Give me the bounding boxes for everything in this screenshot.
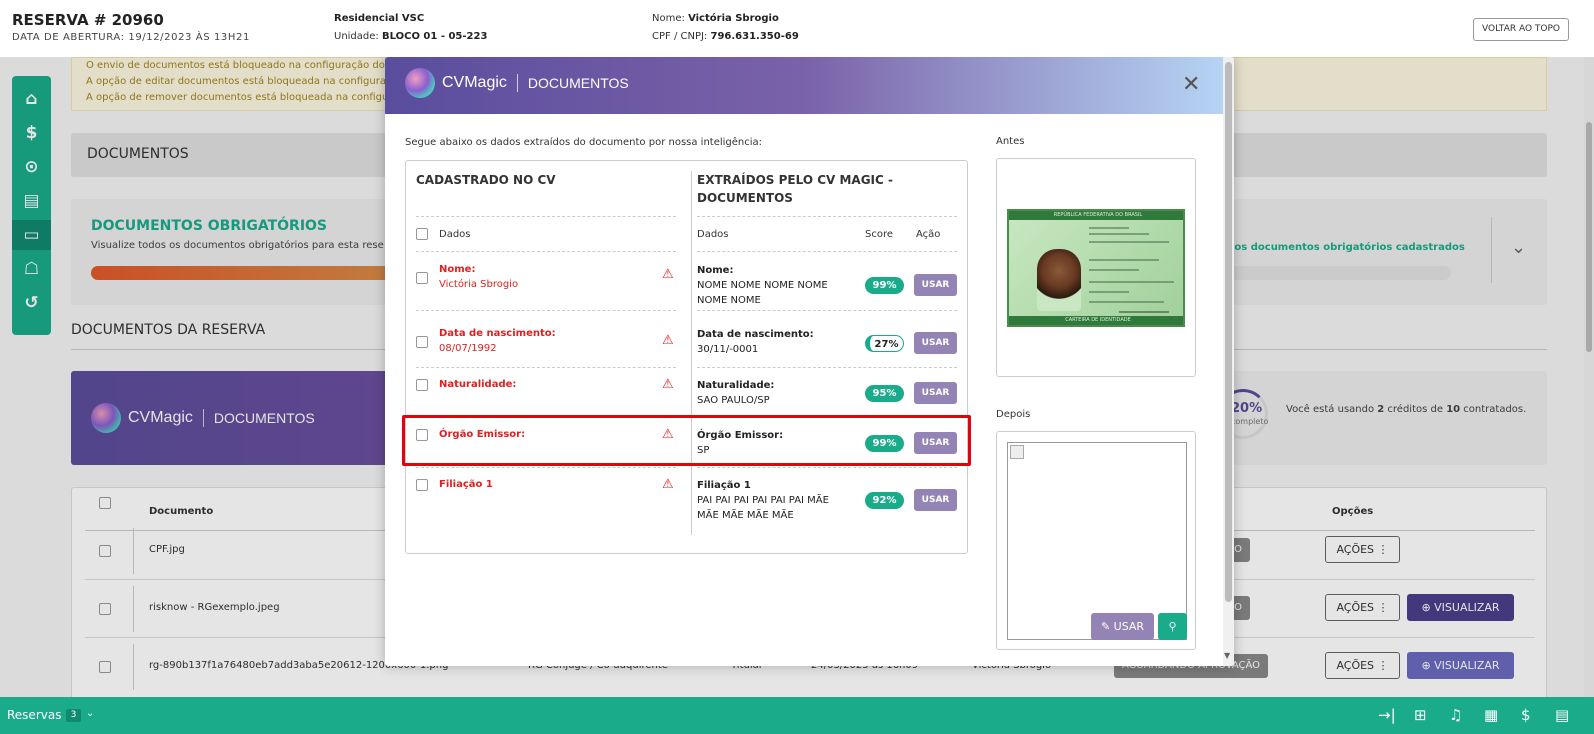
usar-button[interactable]: USAR [914,332,957,354]
modal-header: CVMagic DOCUMENTOS ✕ [385,57,1223,114]
calendar-icon[interactable]: ▦ [1484,706,1498,724]
score-badge: 95% [865,385,904,402]
id-card-image: REPÚBLICA FEDERATIVA DO BRASIL CARTEIRA … [1007,209,1185,327]
warning-icon: ⚠ [662,333,674,348]
broken-image-icon [1007,442,1187,640]
zoom-search-icon[interactable]: ⚲ [1158,613,1187,640]
footer-bar: Reservas 3 ⌄ →| ⊞ ♫ ▦ $ ▤ [0,697,1594,734]
page-header: RESERVA # 20960 DATA DE ABERTURA: 19/12/… [0,0,1594,57]
map-pin-icon[interactable]: ⊞ [1414,706,1427,724]
field-checkbox[interactable] [416,336,428,348]
antes-image-box: REPÚBLICA FEDERATIVA DO BRASIL CARTEIRA … [996,158,1196,377]
comparison-box: CADASTRADO NO CV EXTRAÍDOS PELO CV MAGIC… [405,160,968,554]
voltar-topo-button[interactable]: VOLTAR AO TOPO [1473,18,1569,41]
usar-image-button[interactable]: ✎ USAR [1091,613,1154,640]
cliente-cpf: CPF / CNPJ: 796.631.350-69 [652,31,799,42]
data-abertura: DATA DE ABERTURA: 19/12/2023 ÀS 13H21 [12,32,250,43]
antes-label: Antes [996,136,1025,147]
usar-button[interactable]: USAR [914,274,957,296]
depois-label: Depois [996,409,1031,420]
field-checkbox[interactable] [416,379,428,391]
warning-icon: ⚠ [662,377,674,392]
field-checkbox[interactable] [416,272,428,284]
depois-image-box: ✎ USAR ⚲ [996,431,1196,650]
portrait-photo [1037,249,1081,311]
usar-button[interactable]: USAR [914,382,957,404]
close-icon[interactable]: ✕ [1182,72,1200,97]
score-badge: 27% [865,335,904,352]
bell-icon[interactable]: ♫ [1449,706,1462,724]
cvmagic-orb-icon [405,68,435,98]
modal-intro: Segue abaixo os dados extraídos do docum… [405,137,763,148]
reservas-count-badge: 3 [66,709,81,722]
usar-button[interactable]: USAR [914,489,957,511]
field-checkbox[interactable] [416,479,428,491]
col-extraidos: EXTRAÍDOS PELO CV MAGIC - DOCUMENTOS [697,173,893,205]
chevron-down-icon[interactable]: ⌄ [86,708,94,719]
calculator-icon[interactable]: ▤ [1555,706,1569,724]
cvmagic-logo: CVMagic DOCUMENTOS [405,68,629,98]
score-badge: 92% [865,492,904,509]
warning-icon: ⚠ [662,267,674,282]
unidade: Unidade: BLOCO 01 - 05-223 [334,31,488,42]
logout-arrow-icon[interactable]: →| [1378,706,1396,724]
dollar-icon[interactable]: $ [1521,706,1531,724]
score-badge: 99% [865,277,904,294]
modal-scrollbar[interactable]: ▼ [1223,57,1234,666]
reservas-label[interactable]: Reservas [7,708,61,722]
reserva-title: RESERVA # 20960 [12,11,164,29]
cvmagic-modal: CVMagic DOCUMENTOS ✕ ▼ Segue abaixo os d… [385,57,1234,666]
empreendimento: Residencial VSC [334,13,425,24]
cliente-nome: Nome: Victória Sbrogio [652,13,779,24]
col-cadastrado: CADASTRADO NO CV [416,173,556,187]
select-all-fields-checkbox[interactable] [416,228,428,240]
highlight-orgao-emissor [402,415,971,466]
warning-icon: ⚠ [662,477,674,492]
